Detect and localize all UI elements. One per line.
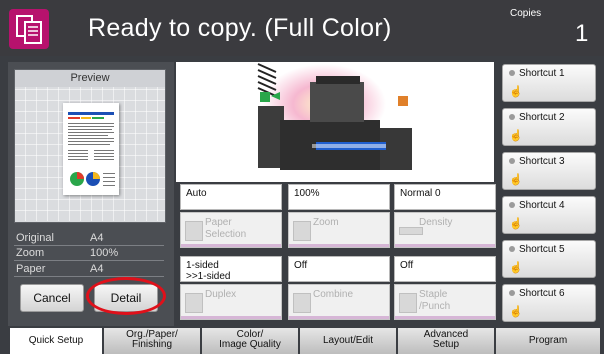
pointer-icon: ☝ (509, 262, 523, 274)
combine-button[interactable]: Combine (288, 284, 390, 320)
tab-layout-edit[interactable]: Layout/Edit (300, 328, 396, 354)
pointer-icon: ☝ (509, 306, 523, 318)
duplex-button[interactable]: Duplex (180, 284, 282, 320)
original-label: Original (16, 232, 54, 244)
density-button[interactable]: Density (394, 212, 496, 248)
paper-value: A4 (90, 263, 104, 275)
paper-icon (185, 221, 203, 241)
shortcut-3-button[interactable]: Shortcut 3 ☝ (502, 152, 596, 190)
tab-quick-setup[interactable]: Quick Setup (10, 328, 102, 354)
button-underline (289, 244, 389, 247)
shortcut-dot-icon (509, 290, 515, 296)
document-thumbnail[interactable] (63, 103, 119, 195)
staple-value: Off (394, 256, 496, 282)
zoom-button[interactable]: Zoom (288, 212, 390, 248)
shortcut-6-button[interactable]: Shortcut 6 ☝ (502, 284, 596, 322)
combine-icon (293, 293, 311, 313)
staple-punch-button[interactable]: Staple /Punch (394, 284, 496, 320)
shortcut-label: Shortcut 5 (519, 244, 565, 255)
staple-setting: Off Staple /Punch (394, 256, 496, 320)
zoom-icon (293, 221, 311, 241)
button-underline (181, 244, 281, 247)
copies-count: 1 (575, 20, 589, 47)
button-underline (395, 244, 495, 247)
shortcut-label: Shortcut 2 (519, 112, 565, 123)
pointer-icon: ☝ (509, 86, 523, 98)
zoom-setting: 100% Zoom (288, 184, 390, 248)
duplex-setting: 1-sided >>1-sided Duplex (180, 256, 282, 320)
copies-label: Copies (510, 8, 542, 19)
highlight-circle (86, 277, 166, 315)
combine-setting: Off Combine (288, 256, 390, 320)
pointer-icon: ☝ (509, 174, 523, 186)
density-setting: Normal 0 Density (394, 184, 496, 248)
staple-icon (399, 293, 417, 313)
pointer-icon: ☝ (509, 130, 523, 142)
paper-label: Paper (16, 263, 46, 275)
original-value: A4 (90, 232, 104, 244)
paper-value: Auto (180, 184, 282, 210)
shortcut-4-button[interactable]: Shortcut 4 ☝ (502, 196, 596, 234)
shortcut-dot-icon (509, 202, 515, 208)
machine-illustration-area (176, 62, 494, 182)
button-underline (181, 316, 281, 319)
status-title: Ready to copy. (Full Color) (88, 14, 392, 42)
tab-program[interactable]: Program (496, 328, 600, 354)
shortcut-5-button[interactable]: Shortcut 5 ☝ (502, 240, 596, 278)
shortcut-label: Shortcut 3 (519, 156, 565, 167)
combine-label: Combine (313, 289, 354, 300)
paper-selection-button[interactable]: Paper Selection (180, 212, 282, 248)
zoom-value: 100% (288, 184, 390, 210)
density-label: Density (419, 217, 453, 228)
shortcut-label: Shortcut 4 (519, 200, 565, 211)
shortcut-label: Shortcut 6 (519, 288, 565, 299)
pointer-icon: ☝ (509, 218, 523, 230)
divider (14, 260, 164, 261)
shortcut-dot-icon (509, 114, 515, 120)
shortcut-dot-icon (509, 246, 515, 252)
zoom-label: Zoom (16, 247, 45, 259)
shortcut-dot-icon (509, 70, 515, 76)
copy-icon (9, 9, 49, 49)
divider (14, 245, 164, 246)
staple-punch-label: Staple /Punch (419, 289, 451, 312)
printer-icon (257, 63, 412, 170)
status-header: Ready to copy. (Full Color) Copies 1 (0, 0, 604, 56)
shortcut-dot-icon (509, 158, 515, 164)
tab-org-paper-finishing[interactable]: Org./Paper/ Finishing (104, 328, 200, 354)
paper-selection-label: Paper Selection (205, 217, 247, 240)
tab-color-image-quality[interactable]: Color/ Image Quality (202, 328, 298, 354)
shortcut-2-button[interactable]: Shortcut 2 ☝ (502, 108, 596, 146)
duplex-label: Duplex (205, 289, 237, 300)
divider (14, 276, 164, 277)
duplex-value: 1-sided >>1-sided (180, 256, 282, 282)
paper-setting: Auto Paper Selection (180, 184, 282, 248)
duplex-icon (185, 293, 203, 313)
combine-value: Off (288, 256, 390, 282)
zoom-value: 100% (90, 247, 119, 259)
cancel-button[interactable]: Cancel (20, 284, 84, 312)
shortcut-label: Shortcut 1 (519, 68, 565, 79)
button-underline (289, 316, 389, 319)
tab-advanced-setup[interactable]: Advanced Setup (398, 328, 494, 354)
preview-title: Preview (15, 70, 165, 87)
zoom-label: Zoom (313, 217, 339, 228)
button-underline (395, 316, 495, 319)
shortcut-1-button[interactable]: Shortcut 1 ☝ (502, 64, 596, 102)
density-value: Normal 0 (394, 184, 496, 210)
